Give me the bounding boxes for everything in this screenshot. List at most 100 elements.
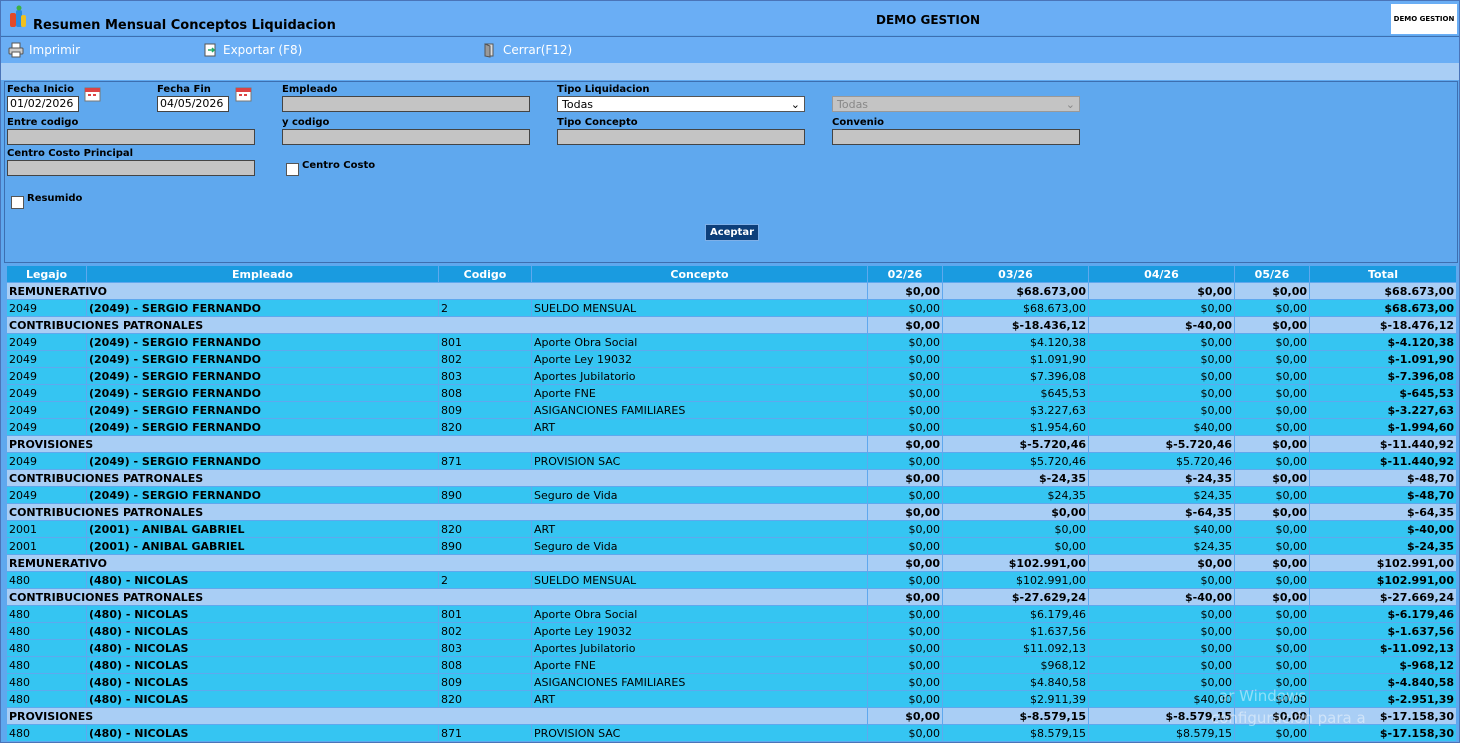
amount-cell: $0,00 — [1234, 435, 1310, 453]
codigo-cell: 809 — [438, 401, 532, 419]
concepto-cell: Aporte FNE — [531, 656, 868, 674]
table-row[interactable]: 2049 (2049) - SERGIO FERNANDO 809 ASIGANCIO… — [6, 401, 1457, 419]
resumido-checkbox[interactable] — [11, 196, 24, 209]
fecha-inicio-input[interactable]: 01/02/2026 — [7, 96, 79, 112]
table-row[interactable]: 480 (480) - NICOLAS 820 ART $0,00 $2.911,39 $4… — [6, 690, 1457, 708]
total-cell: $-17.158,30 — [1309, 724, 1457, 742]
table-header-row: Legajo Empleado Codigo Concepto 02/26 03/26 04… — [6, 265, 1457, 283]
empleado-input[interactable] — [282, 96, 530, 112]
table-row[interactable]: 2049 (2049) - SERGIO FERNANDO 802 Aporte Le… — [6, 350, 1457, 368]
concepto-cell: Aporte Obra Social — [531, 605, 868, 623]
total-cell: $102.991,00 — [1309, 571, 1457, 589]
total-cell: $-11.092,13 — [1309, 639, 1457, 657]
codigo-cell: 2 — [438, 571, 532, 589]
column-header[interactable]: 05/26 — [1234, 265, 1310, 283]
table-row[interactable]: 2049 (2049) - SERGIO FERNANDO 803 Aportes J… — [6, 367, 1457, 385]
amount-cell: $0,00 — [942, 537, 1089, 555]
amount-cell: $0,00 — [867, 350, 943, 368]
column-header[interactable]: 04/26 — [1088, 265, 1235, 283]
convenio-input[interactable] — [832, 129, 1080, 145]
table-row[interactable]: 2001 (2001) - ANIBAL GABRIEL 890 Seguro de … — [6, 537, 1457, 555]
brand-logo: DEMO GESTION — [1391, 4, 1457, 34]
group-label: REMUNERATIVO — [6, 282, 868, 300]
group-row: CONTRIBUCIONES PATRONALES $0,00 $0,00 $-64,… — [6, 503, 1457, 521]
table-row[interactable]: 2049 (2049) - SERGIO FERNANDO 801 Aporte Ob… — [6, 333, 1457, 351]
table-row[interactable]: 2049 (2049) - SERGIO FERNANDO 871 PROVISION… — [6, 452, 1457, 470]
codigo-cell: 802 — [438, 622, 532, 640]
amount-cell: $0,00 — [867, 673, 943, 691]
legajo-cell: 2049 — [6, 350, 87, 368]
column-header[interactable]: 03/26 — [942, 265, 1089, 283]
column-header[interactable]: Concepto — [531, 265, 868, 283]
tipo-liquidacion-select[interactable]: Todas ⌄ — [557, 96, 805, 112]
table-row[interactable]: 480 (480) - NICOLAS 802 Aporte Ley 19032 $0,… — [6, 622, 1457, 640]
amount-cell: $0,00 — [867, 486, 943, 504]
centro-costo-principal-input[interactable] — [7, 160, 255, 176]
codigo-cell: 820 — [438, 520, 532, 538]
export-label: Exportar (F8) — [223, 43, 303, 57]
group-label: PROVISIONES — [6, 435, 868, 453]
y-codigo-input[interactable] — [282, 129, 530, 145]
table-row[interactable]: 480 (480) - NICOLAS 809 ASIGANCIONES FAMILI… — [6, 673, 1457, 691]
table-row[interactable]: 480 (480) - NICOLAS 808 Aporte FNE $0,00 $968… — [6, 656, 1457, 674]
centro-costo-checkbox[interactable] — [286, 163, 299, 176]
codigo-cell: 820 — [438, 418, 532, 436]
codigo-cell: 801 — [438, 605, 532, 623]
table-row[interactable]: 2049 (2049) - SERGIO FERNANDO 820 ART $0,00 $… — [6, 418, 1457, 436]
empleado-cell: (2049) - SERGIO FERNANDO — [86, 401, 439, 419]
table-row[interactable]: 480 (480) - NICOLAS 871 PROVISION SAC $0,00 $… — [6, 724, 1457, 742]
amount-cell: $0,00 — [1088, 656, 1235, 674]
amount-cell: $8.579,15 — [1088, 724, 1235, 742]
amount-cell: $-64,35 — [1088, 503, 1235, 521]
column-header[interactable]: Codigo — [438, 265, 532, 283]
amount-cell: $1.954,60 — [942, 418, 1089, 436]
table-row[interactable]: 2049 (2049) - SERGIO FERNANDO 890 Seguro de… — [6, 486, 1457, 504]
empleado-cell: (2049) - SERGIO FERNANDO — [86, 350, 439, 368]
amount-cell: $0,00 — [1234, 673, 1310, 691]
tipo-concepto-input[interactable] — [557, 129, 805, 145]
table-row[interactable]: 480 (480) - NICOLAS 803 Aportes Jubilatorio… — [6, 639, 1457, 657]
amount-cell: $4.120,38 — [942, 333, 1089, 351]
column-header[interactable]: 02/26 — [867, 265, 943, 283]
total-cell: $-64,35 — [1309, 503, 1457, 521]
total-cell: $-48,70 — [1309, 469, 1457, 487]
total-cell: $-11.440,92 — [1309, 435, 1457, 453]
calendar-icon[interactable] — [83, 85, 103, 103]
amount-cell: $0,00 — [867, 282, 943, 300]
filter-panel: Fecha Inicio 01/02/2026 Fecha Fin 04/05/… — [4, 81, 1458, 263]
empleado-cell: (480) - NICOLAS — [86, 673, 439, 691]
codigo-cell: 890 — [438, 486, 532, 504]
chevron-down-icon: ⌄ — [790, 97, 800, 111]
concepto-cell: ART — [531, 418, 868, 436]
amount-cell: $0,00 — [867, 656, 943, 674]
amount-cell: $0,00 — [1234, 418, 1310, 436]
amount-cell: $0,00 — [867, 622, 943, 640]
entre-codigo-input[interactable] — [7, 129, 255, 145]
amount-cell: $0,00 — [867, 724, 943, 742]
amount-cell: $1.637,56 — [942, 622, 1089, 640]
export-button[interactable]: Exportar (F8) — [202, 42, 302, 58]
table-row[interactable]: 2001 (2001) - ANIBAL GABRIEL 820 ART $0,00 $0… — [6, 520, 1457, 538]
group-label: CONTRIBUCIONES PATRONALES — [6, 503, 868, 521]
table-row[interactable]: 480 (480) - NICOLAS 2 SUELDO MENSUAL $0,00 $1… — [6, 571, 1457, 589]
table-row[interactable]: 480 (480) - NICOLAS 801 Aporte Obra Social $… — [6, 605, 1457, 623]
table-row[interactable]: 2049 (2049) - SERGIO FERNANDO 2 SUELDO MENS… — [6, 299, 1457, 317]
column-header[interactable]: Total — [1309, 265, 1457, 283]
amount-cell: $-5.720,46 — [1088, 435, 1235, 453]
close-button[interactable]: Cerrar(F12) — [482, 42, 572, 58]
legajo-cell: 2049 — [6, 384, 87, 402]
fecha-fin-input[interactable]: 04/05/2026 — [157, 96, 229, 112]
column-header[interactable]: Empleado — [86, 265, 439, 283]
accept-button[interactable]: Aceptar — [705, 224, 759, 241]
company-name: DEMO GESTION — [876, 13, 981, 27]
total-cell: $-1.637,56 — [1309, 622, 1457, 640]
amount-cell: $0,00 — [1088, 622, 1235, 640]
centro-costo-principal-label: Centro Costo Principal — [7, 148, 134, 159]
amount-cell: $0,00 — [1088, 554, 1235, 572]
calendar-icon[interactable] — [234, 85, 254, 103]
column-header[interactable]: Legajo — [6, 265, 87, 283]
amount-cell: $0,00 — [1234, 639, 1310, 657]
table-row[interactable]: 2049 (2049) - SERGIO FERNANDO 808 Aporte FN… — [6, 384, 1457, 402]
amount-cell: $0,00 — [867, 554, 943, 572]
print-button[interactable]: Imprimir — [8, 42, 80, 58]
